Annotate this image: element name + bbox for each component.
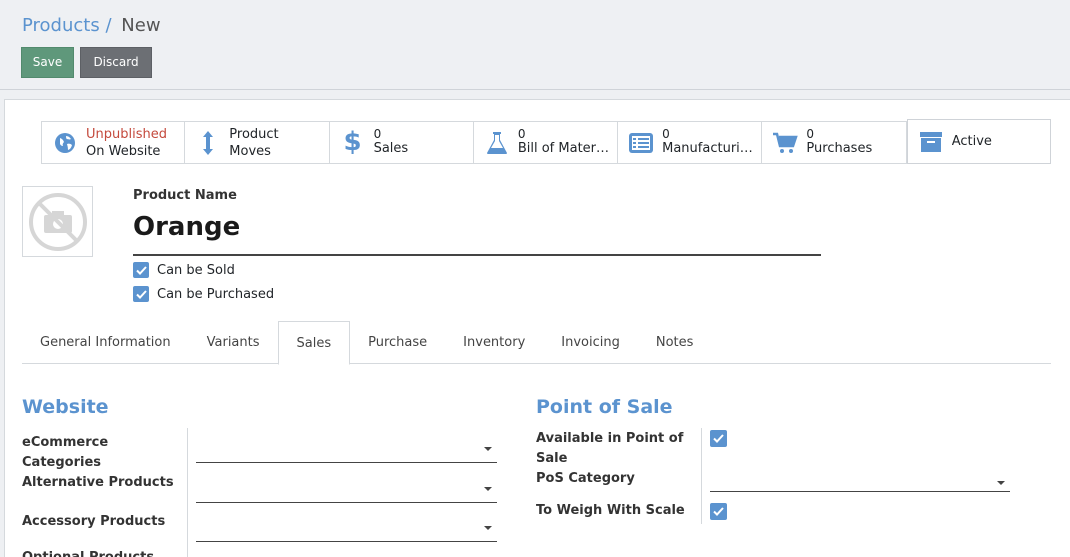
check-icon	[135, 265, 147, 275]
chevron-down-icon[interactable]	[484, 447, 492, 451]
chevron-down-icon[interactable]	[484, 526, 492, 530]
no-camera-icon	[28, 192, 87, 251]
website-divider	[187, 428, 188, 557]
can-be-sold-checkbox[interactable]	[133, 262, 149, 278]
purchases-label: Purchases	[806, 141, 873, 156]
pos-group-title: Point of Sale	[536, 396, 673, 418]
cart-icon	[772, 130, 799, 156]
arrows-vertical-icon	[195, 130, 221, 156]
available-in-pos-label-2: Sale	[536, 451, 568, 466]
product-moves-label-2: Moves	[229, 143, 271, 159]
stat-button-box: Unpublished On Website Product Moves $ 0…	[41, 119, 1051, 164]
available-in-pos-label-1: Available in Point of	[536, 431, 684, 446]
accessory-products-select[interactable]	[196, 541, 497, 542]
check-icon	[713, 434, 724, 443]
website-group-title: Website	[22, 396, 109, 418]
list-icon	[628, 130, 654, 156]
can-be-purchased-checkbox[interactable]	[133, 286, 149, 302]
product-name-label: Product Name	[133, 188, 237, 203]
notebook-tabs: General Information Variants Sales Purch…	[22, 321, 1051, 365]
active-label: Active	[951, 134, 992, 149]
breadcrumb-current: New	[121, 15, 161, 36]
can-be-sold-label: Can be Sold	[157, 262, 235, 278]
to-weigh-label: To Weigh With Scale	[536, 503, 685, 518]
to-weigh-checkbox[interactable]	[710, 503, 727, 520]
globe-icon	[52, 130, 78, 156]
product-moves-label-1: Product	[229, 126, 279, 142]
pos-divider	[701, 428, 702, 524]
can-be-purchased-row: Can be Purchased	[133, 286, 274, 302]
manufacturing-count: 0	[662, 128, 670, 141]
breadcrumb-products-link[interactable]: Products	[22, 15, 100, 36]
archive-icon	[918, 129, 944, 155]
bom-count: 0	[517, 128, 526, 141]
breadcrumb: Products / New	[22, 15, 161, 36]
sales-count: 0	[373, 128, 382, 141]
pos-category-label: PoS Category	[536, 471, 635, 486]
bom-label: Bill of Mater…	[517, 141, 610, 156]
can-be-purchased-label: Can be Purchased	[157, 286, 275, 302]
accessory-products-label: Accessory Products	[22, 514, 166, 529]
bom-stat-button[interactable]: 0 Bill of Mater…	[473, 121, 619, 164]
available-in-pos-checkbox[interactable]	[710, 430, 727, 447]
manufacturing-stat-button[interactable]: 0 Manufacturi…	[618, 121, 763, 164]
tab-invoicing[interactable]: Invoicing	[543, 321, 638, 364]
check-icon	[135, 289, 147, 299]
product-name-input[interactable]: Orange	[133, 210, 821, 256]
tab-sales[interactable]: Sales	[277, 321, 351, 365]
purchases-stat-button[interactable]: 0 Purchases	[762, 121, 907, 164]
pos-category-select[interactable]	[710, 491, 1010, 492]
discard-button[interactable]: Discard	[80, 47, 152, 78]
manufacturing-label: Manufacturi…	[662, 141, 753, 156]
chevron-down-icon[interactable]	[997, 481, 1005, 485]
flask-icon	[484, 130, 510, 156]
form-sheet: Unpublished On Website Product Moves $ 0…	[4, 99, 1070, 557]
ecommerce-categories-label-1: eCommerce	[22, 435, 109, 450]
control-panel: Products / New Save Discard	[0, 0, 1070, 90]
active-toggle-button[interactable]: Active	[906, 119, 1051, 164]
product-image[interactable]	[22, 186, 93, 257]
breadcrumb-separator: /	[105, 15, 112, 36]
product-moves-button[interactable]: Product Moves	[185, 121, 330, 164]
tab-variants[interactable]: Variants	[189, 321, 278, 364]
ecommerce-categories-select[interactable]	[196, 462, 497, 463]
sales-stat-button[interactable]: $ 0 Sales	[329, 121, 474, 164]
check-icon	[713, 507, 724, 516]
website-publish-label: On Website	[86, 143, 161, 159]
chevron-down-icon[interactable]	[484, 487, 492, 491]
ecommerce-categories-label-2: Categories	[22, 455, 102, 470]
tab-purchase[interactable]: Purchase	[350, 321, 445, 364]
tab-inventory[interactable]: Inventory	[445, 321, 543, 364]
optional-products-label: Optional Products	[22, 548, 154, 557]
dollar-icon: $	[343, 127, 362, 157]
sales-label: Sales	[373, 141, 409, 156]
tab-notes[interactable]: Notes	[638, 321, 712, 364]
website-publish-button[interactable]: Unpublished On Website	[41, 121, 186, 164]
alternative-products-label: Alternative Products	[22, 475, 174, 490]
can-be-sold-row: Can be Sold	[133, 262, 235, 278]
alternative-products-select[interactable]	[196, 502, 497, 503]
tab-general-information[interactable]: General Information	[22, 321, 189, 364]
website-publish-status: Unpublished	[86, 126, 167, 142]
save-button[interactable]: Save	[21, 47, 74, 78]
purchases-count: 0	[806, 128, 815, 141]
